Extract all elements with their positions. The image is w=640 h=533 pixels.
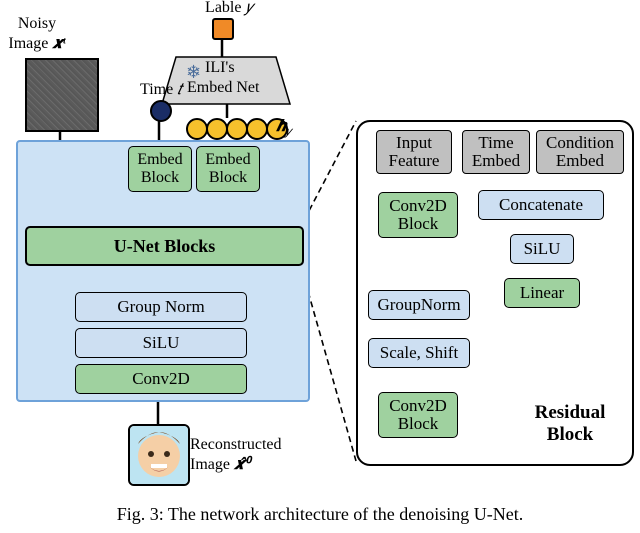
txt: Conv2D [132,369,190,389]
right-linear: Linear [504,278,580,308]
conv2d-block: Conv2D [75,364,247,394]
unet-blocks: U-Net Blocks [25,226,304,266]
residual-block-title: Residual Block [520,402,620,446]
txt: Block [398,214,439,233]
txt: Reconstructed [190,436,282,453]
txt: Lable [205,0,241,16]
txt: Embed [556,151,604,170]
hdr-condition-embed: ConditionEmbed [536,130,624,174]
txt: Time [140,81,173,98]
txt: Embed [137,151,182,168]
hy-vector-icon [186,118,288,140]
txt: Input [396,133,432,152]
txt: Block [209,169,247,186]
txt: U-Net Blocks [114,236,216,257]
right-silu: SiLU [510,234,574,264]
groupnorm-block: Group Norm [75,292,247,322]
txt: Conv2D [389,196,447,215]
txt: Embed [205,151,250,168]
label-y-chip-icon [212,18,234,40]
silu-block: SiLU [75,328,247,358]
figure-caption: Fig. 3: The network architecture of the … [0,504,640,525]
txt: 𝑦 [286,124,292,138]
txt: 𝒙ᵗ [52,35,65,52]
time-dot-icon [150,100,172,122]
ili-embed-net-block: ILI's [205,59,235,77]
txt: ILI's [205,59,235,76]
ili-embed-net-block-l2: Embed Net [187,79,259,97]
txt: Block [547,424,593,445]
txt: 𝒉 [276,118,286,135]
hy-label: 𝒉𝑦 [276,117,291,141]
noisy-image-label: Noisy Image 𝒙ᵗ [2,14,72,54]
right-scale-shift: Scale, Shift [368,338,470,368]
label-y-label: Lable 𝑦 [184,0,274,18]
txt: Group Norm [117,297,204,317]
right-groupnorm: GroupNorm [368,290,470,320]
txt: 𝒙̂⁰ [234,456,250,473]
txt: Time [478,133,513,152]
txt: Noisy [18,15,56,32]
txt: Scale, Shift [380,344,458,362]
noisy-image-icon [25,58,99,132]
txt: Image [8,35,48,52]
embed-block-time: EmbedBlock [128,146,192,192]
txt: Condition [546,133,614,152]
txt: GroupNorm [377,296,460,314]
txt: Conv2D [389,396,447,415]
embed-block-cond: EmbedBlock [196,146,260,192]
txt: Feature [389,151,440,170]
txt: SiLU [524,240,561,258]
txt: 𝑡 [177,81,182,98]
txt: Image [190,456,230,473]
hdr-input-feature: InputFeature [376,130,452,174]
txt: Block [141,169,179,186]
txt: Concatenate [499,196,583,214]
right-conv2d-block-top: Conv2DBlock [378,192,458,238]
right-conv2d-block-bottom: Conv2DBlock [378,392,458,438]
right-concatenate: Concatenate [478,190,604,220]
txt: Embed [472,151,520,170]
hdr-time-embed: TimeEmbed [462,130,530,174]
reconstructed-label: Reconstructed Image 𝒙̂⁰ [190,435,320,475]
reconstructed-image-icon [128,424,190,486]
txt: Block [398,414,439,433]
txt: Fig. 3: The network architecture of the … [117,504,524,524]
txt: Embed Net [187,79,259,96]
txt: Residual [535,402,606,423]
txt: 𝑦 [245,0,252,16]
txt: SiLU [143,333,180,353]
txt: Linear [520,284,564,302]
